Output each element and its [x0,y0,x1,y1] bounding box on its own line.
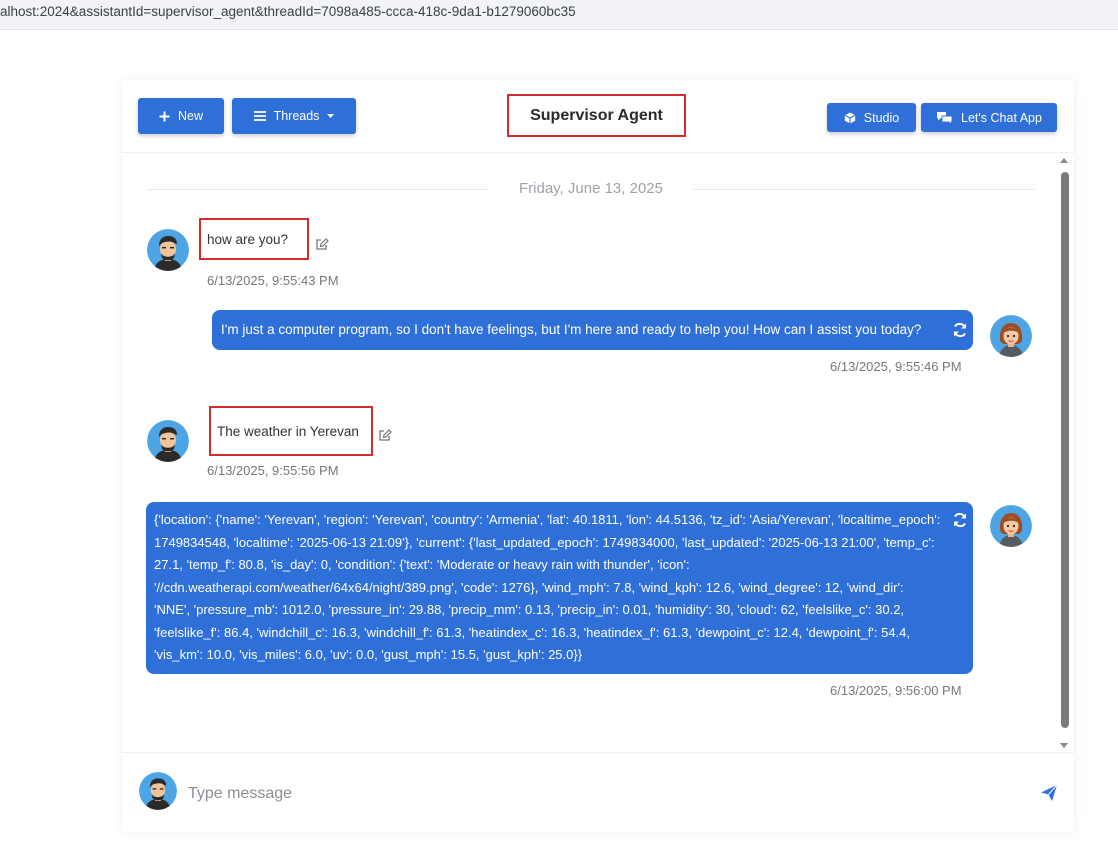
studio-button[interactable]: Studio [827,103,916,132]
composer-divider [122,752,1074,753]
user-message-text: how are you? [207,231,289,247]
browser-url-bar[interactable]: alhost:2024&assistantId=supervisor_agent… [0,0,1118,30]
studio-button-label: Studio [863,110,900,125]
composer-user-avatar [139,772,177,810]
user-avatar [147,420,189,462]
edit-icon[interactable] [315,237,329,251]
date-label: Friday, June 13, 2025 [519,180,663,197]
plus-icon [159,111,170,122]
threads-dropdown-button[interactable]: Threads [232,98,356,134]
message-input[interactable] [188,780,1008,808]
assistant-avatar [990,505,1032,547]
cube-icon [844,112,856,124]
new-thread-button[interactable]: New [138,98,224,134]
lets-chat-app-button[interactable]: Let's Chat App [921,103,1057,132]
send-icon[interactable] [1040,784,1058,802]
edit-icon[interactable] [378,428,392,442]
scrollbar-thumb[interactable] [1061,172,1069,728]
page-title: Supervisor Agent [507,94,686,137]
threads-button-label: Threads [273,109,320,123]
assistant-message: {'location': {'name': 'Yerevan', 'region… [146,502,973,674]
chat-bubbles-icon [936,111,953,124]
assistant-message-text: {'location': {'name': 'Yerevan', 'region… [154,512,941,662]
url-text[interactable]: alhost:2024&assistantId=supervisor_agent… [0,4,576,19]
chat-app-button-label: Let's Chat App [961,110,1042,125]
user-avatar [147,229,189,271]
refresh-icon[interactable] [952,512,968,528]
user-message: how are you? [199,218,309,260]
refresh-icon[interactable] [952,322,968,338]
user-message: The weather in Yerevan [209,406,373,456]
user-message-text: The weather in Yerevan [217,423,359,439]
header-divider [122,152,1074,153]
message-timestamp: 6/13/2025, 9:55:43 PM [207,273,339,288]
chat-panel: New Threads Supervisor Agent Studio Let'… [122,80,1074,832]
assistant-message: I'm just a computer program, so I don't … [212,310,973,350]
menu-icon [253,111,266,121]
date-separator: Friday, June 13, 2025 [148,180,1034,198]
assistant-avatar [990,315,1032,357]
new-button-label: New [177,109,203,123]
message-timestamp: 6/13/2025, 9:55:46 PM [830,359,962,374]
message-timestamp: 6/13/2025, 9:55:56 PM [207,463,339,478]
caret-down-icon [327,114,335,118]
assistant-message-text: I'm just a computer program, so I don't … [221,322,922,337]
message-timestamp: 6/13/2025, 9:56:00 PM [830,683,962,698]
